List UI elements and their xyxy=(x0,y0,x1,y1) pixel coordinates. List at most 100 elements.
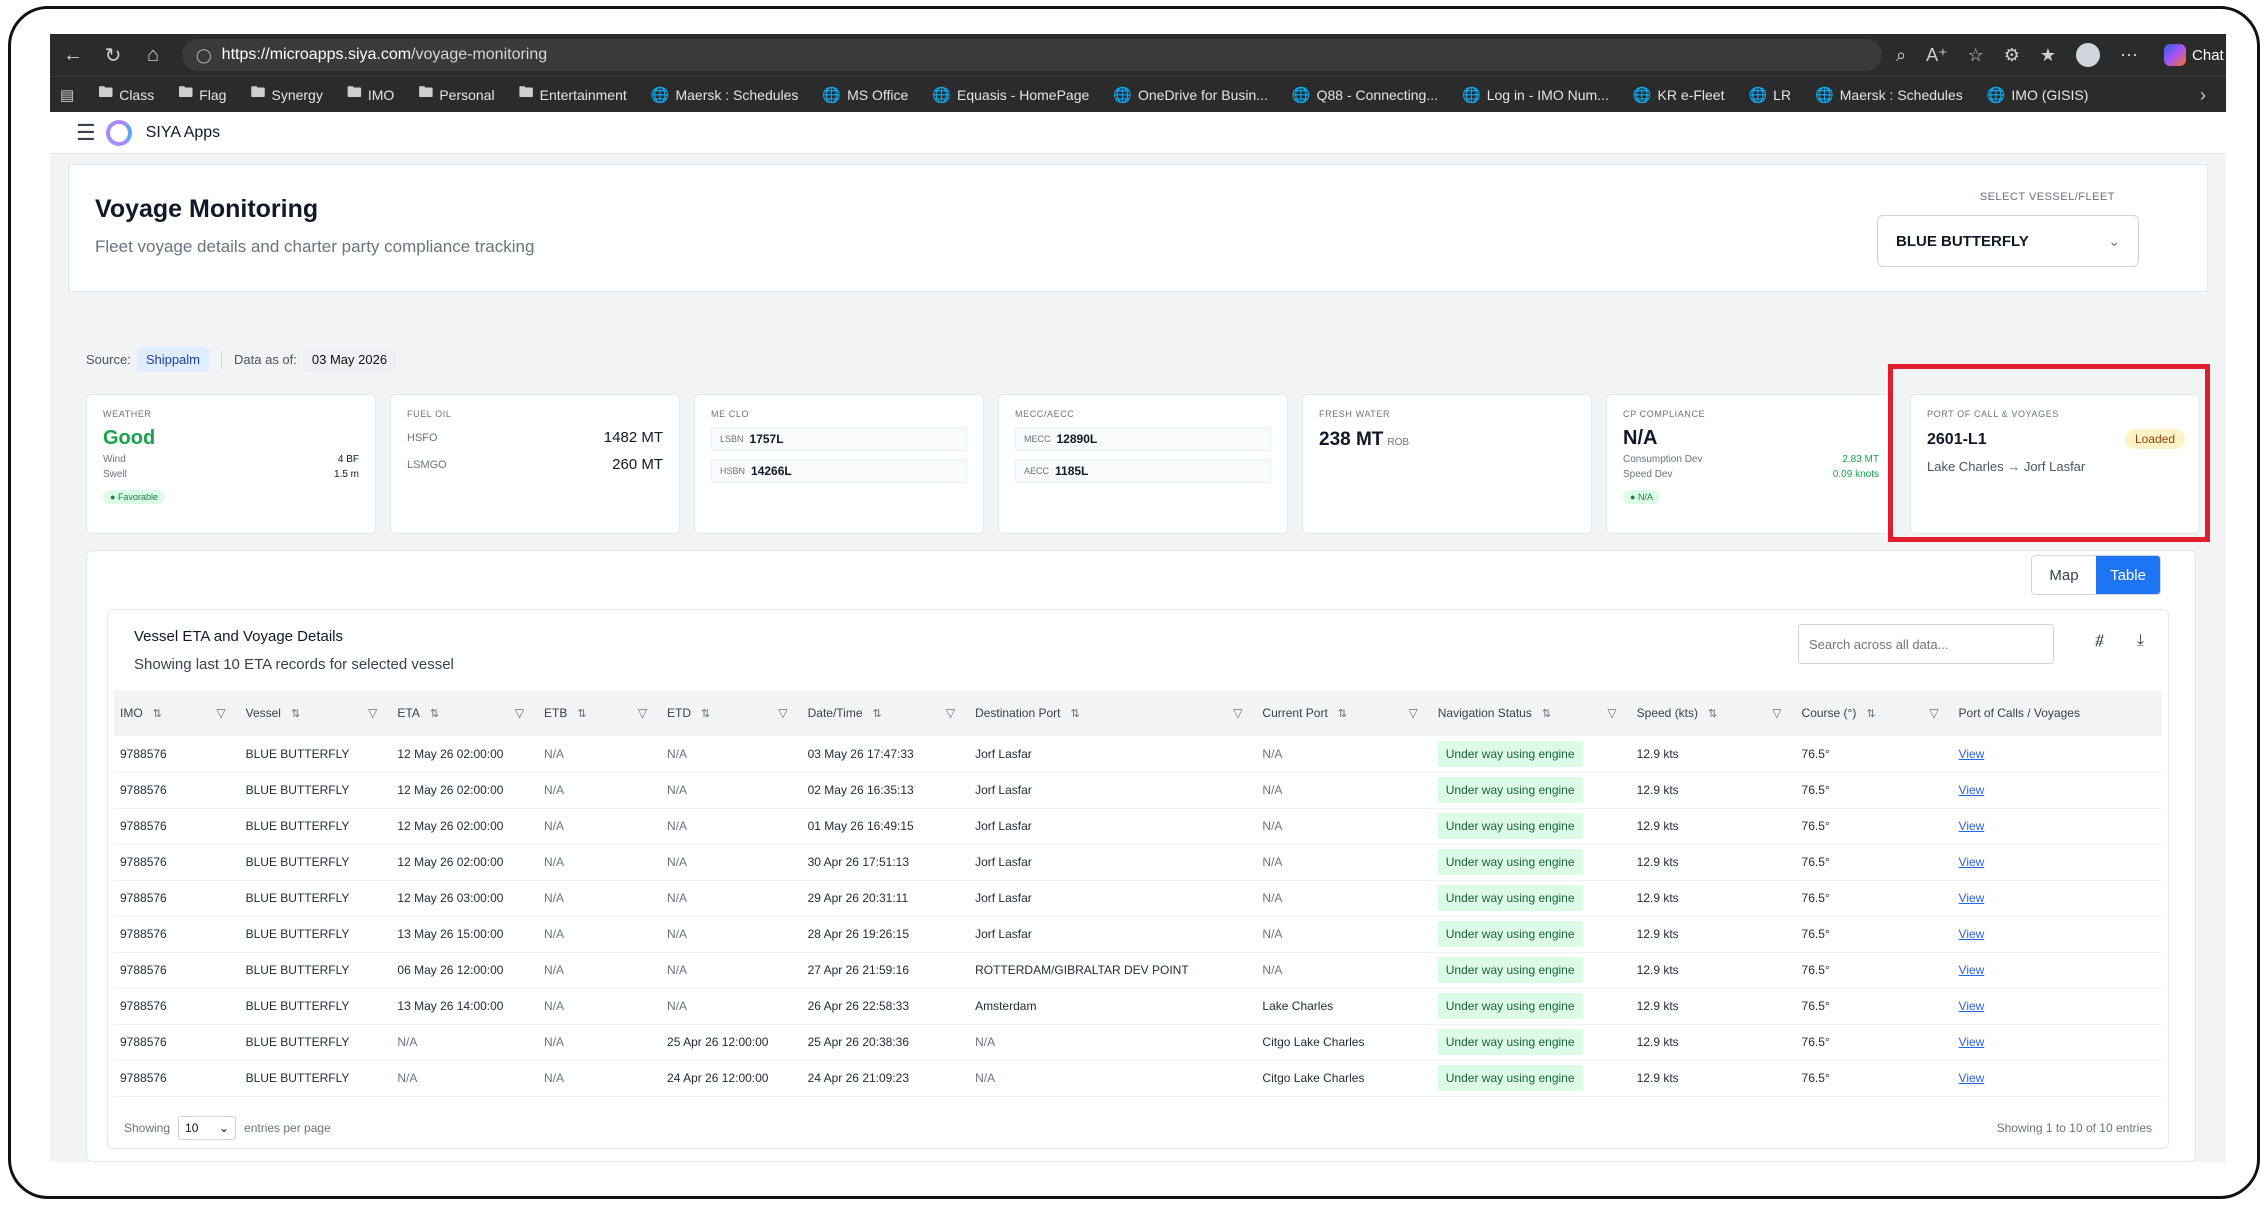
column-header-datetime[interactable]: Date/Time ⇅ ▽ xyxy=(802,690,969,736)
table-cell: 30 Apr 26 17:51:13 xyxy=(807,855,910,869)
favorite-star-icon[interactable]: ☆ xyxy=(1968,45,1984,66)
bookmark-synergy[interactable]: 🖿 Synergy xyxy=(250,82,322,107)
table-cell: N/A xyxy=(544,1035,565,1049)
bookmark-maersk[interactable]: 🌐 Maersk : Schedules xyxy=(651,86,799,104)
bookmark-class[interactable]: 🖿 Class xyxy=(98,82,154,107)
vessel-select[interactable]: BLUE BUTTERFLY ⌄ xyxy=(1877,215,2139,267)
search-input[interactable] xyxy=(1798,624,2054,664)
column-header-vessel[interactable]: Vessel ⇅ ▽ xyxy=(240,690,392,736)
chat-button[interactable]: Chat xyxy=(2164,44,2224,66)
table-cell-wrapper: Jorf Lasfar xyxy=(969,808,1256,844)
extensions-icon[interactable]: ⚙ xyxy=(2004,45,2020,66)
table-view-button[interactable]: Table xyxy=(2096,556,2160,594)
clear-filter-icon[interactable]: ⧥ xyxy=(2095,632,2104,650)
view-link[interactable]: View xyxy=(1959,747,1985,761)
bookmark-equasis[interactable]: 🌐 Equasis - HomePage xyxy=(932,86,1089,104)
view-link[interactable]: View xyxy=(1959,999,1985,1013)
card-label: ME CLO xyxy=(711,409,750,419)
view-link[interactable]: View xyxy=(1959,927,1985,941)
bookmark-maersk-2[interactable]: 🌐 Maersk : Schedules xyxy=(1815,86,1963,104)
bookmark-label: OneDrive for Busin... xyxy=(1137,86,1268,103)
filter-icon[interactable]: ▽ xyxy=(515,706,524,720)
table-cell-wrapper: 12.9 kts xyxy=(1631,772,1796,808)
home-icon[interactable]: ⌂ xyxy=(136,38,170,72)
filter-icon[interactable]: ▽ xyxy=(638,706,647,720)
zoom-icon[interactable]: ⌕ xyxy=(1896,45,1906,66)
bookmark-imo-gisis[interactable]: 🌐 IMO (GISIS) xyxy=(1987,86,2089,104)
view-link[interactable]: View xyxy=(1959,1035,1985,1049)
column-header-eta[interactable]: ETA ⇅ ▽ xyxy=(391,690,538,736)
profile-avatar[interactable] xyxy=(2076,43,2101,67)
bookmark-imo[interactable]: 🖿 IMO xyxy=(347,82,394,107)
bookmark-flag[interactable]: 🖿 Flag xyxy=(178,82,226,107)
aecc-label: AECC xyxy=(1024,466,1050,476)
column-header-destination[interactable]: Destination Port ⇅ ▽ xyxy=(969,690,1256,736)
table-cell: BLUE BUTTERFLY xyxy=(245,819,350,833)
map-view-button[interactable]: Map xyxy=(2032,556,2096,594)
filter-icon[interactable]: ▽ xyxy=(778,706,787,720)
favorites-icon[interactable]: ★ xyxy=(2040,45,2056,66)
download-icon[interactable]: ⤓ xyxy=(2137,632,2144,650)
column-header-course[interactable]: Course (°) ⇅ ▽ xyxy=(1796,690,1953,736)
table-cell: 76.5° xyxy=(1801,891,1830,905)
bookmark-ms-office[interactable]: 🌐 MS Office xyxy=(822,86,908,104)
siya-logo xyxy=(105,119,132,146)
column-header-nav-status[interactable]: Navigation Status ⇅ ▽ xyxy=(1432,690,1631,736)
table-cell-wrapper: N/A xyxy=(1256,772,1431,808)
url-input[interactable]: ◯ https://microapps.siya.com /voyage-mon… xyxy=(182,39,1882,71)
table-row: 9788576 BLUE BUTTERFLY 12 May 26 02:00:00 N… xyxy=(114,844,2162,880)
table-cell: N/A xyxy=(667,819,688,833)
status-badge: ● N/A xyxy=(1623,490,1660,504)
table-cell-wrapper: N/A xyxy=(1256,880,1431,916)
read-aloud-icon[interactable]: A⁺ xyxy=(1926,45,1948,66)
chevron-right-icon[interactable]: › xyxy=(2200,85,2206,106)
refresh-icon[interactable]: ↻ xyxy=(96,38,130,72)
bookmark-personal[interactable]: 🖿 Personal xyxy=(418,82,494,107)
table-cell-wrapper: Jorf Lasfar xyxy=(969,916,1256,952)
filter-icon[interactable]: ▽ xyxy=(368,706,377,720)
filter-icon[interactable]: ▽ xyxy=(946,706,955,720)
column-header-imo[interactable]: IMO ⇅ ▽ xyxy=(114,690,240,736)
table-cell-wrapper: N/A xyxy=(661,808,802,844)
page-size-select[interactable]: 10 ⌄ xyxy=(178,1116,237,1140)
table-cell: N/A xyxy=(1262,927,1283,941)
table-cell: Citgo Lake Charles xyxy=(1262,1035,1365,1049)
filter-icon[interactable]: ▽ xyxy=(1929,706,1938,720)
menu-icon[interactable]: ☰ xyxy=(76,120,96,146)
more-icon[interactable]: ⋯ xyxy=(2120,45,2138,66)
bookmark-q88[interactable]: 🌐 Q88 - Connecting... xyxy=(1292,86,1438,104)
view-link[interactable]: View xyxy=(1959,819,1985,833)
column-header-current-port[interactable]: Current Port ⇅ ▽ xyxy=(1256,690,1431,736)
table-cell-wrapper: Amsterdam xyxy=(969,988,1256,1024)
table-cell-wrapper: 9788576 xyxy=(114,916,240,952)
table-cell-wrapper: Citgo Lake Charles xyxy=(1256,1060,1431,1096)
view-link[interactable]: View xyxy=(1959,891,1985,905)
bookmark-lr[interactable]: 🌐 LR xyxy=(1748,86,1791,104)
back-icon[interactable]: ← xyxy=(56,38,90,72)
column-header-etd[interactable]: ETD ⇅ ▽ xyxy=(661,690,802,736)
table-cell: 02 May 26 16:35:13 xyxy=(807,783,914,797)
table-cell: Citgo Lake Charles xyxy=(1262,1071,1365,1085)
cp-compliance-card: CP COMPLIANCE N/A Consumption Dev 2.83 MT… xyxy=(1606,394,1896,534)
filter-icon[interactable]: ▽ xyxy=(1772,706,1781,720)
column-header-etb[interactable]: ETB ⇅ ▽ xyxy=(538,690,661,736)
view-link[interactable]: View xyxy=(1959,963,1985,977)
tab-actions-icon[interactable]: ▤ xyxy=(60,86,74,104)
bookmark-entertainment[interactable]: 🖿 Entertainment xyxy=(519,82,627,107)
view-link[interactable]: View xyxy=(1959,783,1985,797)
bookmark-kr-efleet[interactable]: 🌐 KR e-Fleet xyxy=(1633,86,1725,104)
table-cell: N/A xyxy=(397,1035,418,1049)
column-header-speed[interactable]: Speed (kts) ⇅ ▽ xyxy=(1631,690,1796,736)
filter-icon[interactable]: ▽ xyxy=(1409,706,1418,720)
bookmark-onedrive[interactable]: 🌐 OneDrive for Busin... xyxy=(1113,86,1268,104)
nav-status-badge: Under way using engine xyxy=(1437,921,1583,947)
view-link[interactable]: View xyxy=(1959,1071,1985,1085)
filter-icon[interactable]: ▽ xyxy=(1233,706,1242,720)
table-cell-wrapper: N/A xyxy=(661,952,802,988)
table-cell-wrapper: Under way using engine xyxy=(1432,916,1631,952)
filter-icon[interactable]: ▽ xyxy=(1607,706,1616,720)
view-link[interactable]: View xyxy=(1959,855,1985,869)
filter-icon[interactable]: ▽ xyxy=(216,706,225,720)
bookmark-imo-num[interactable]: 🌐 Log in - IMO Num... xyxy=(1462,86,1609,104)
table-cell: BLUE BUTTERFLY xyxy=(245,1071,350,1085)
